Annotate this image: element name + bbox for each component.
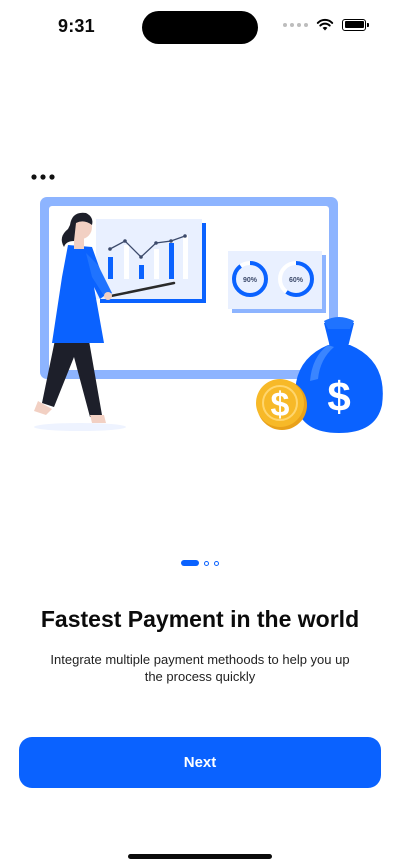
page-dot[interactable]: [204, 560, 209, 566]
gauge-card: 90% 60%: [228, 251, 326, 313]
more-dots-icon: [31, 174, 55, 180]
page-dot[interactable]: [214, 560, 219, 566]
gauge-60-label: 60%: [289, 277, 304, 284]
status-time: 9:31: [58, 16, 95, 36]
onboarding-subtitle: Integrate multiple payment methoods to h…: [50, 652, 350, 684]
cellular-signal-icon: [283, 22, 308, 27]
onboarding-title: Fastest Payment in the world: [40, 606, 360, 632]
battery-icon: [342, 18, 369, 31]
status-icons: [283, 18, 369, 31]
wifi-icon: [316, 18, 334, 31]
svg-text:$: $: [271, 386, 290, 424]
page-indicator: [0, 560, 400, 566]
status-bar: 9:31: [0, 0, 400, 54]
gauge-90-label: 90%: [243, 277, 258, 284]
svg-text:$: $: [327, 373, 350, 420]
dynamic-island: [142, 11, 258, 44]
page-dot-active[interactable]: [181, 560, 199, 566]
chart-board: [96, 219, 206, 303]
onboarding-illustration: 90% 60% $ $: [31, 174, 383, 433]
home-indicator[interactable]: [128, 854, 272, 859]
next-button[interactable]: Next: [19, 737, 381, 788]
